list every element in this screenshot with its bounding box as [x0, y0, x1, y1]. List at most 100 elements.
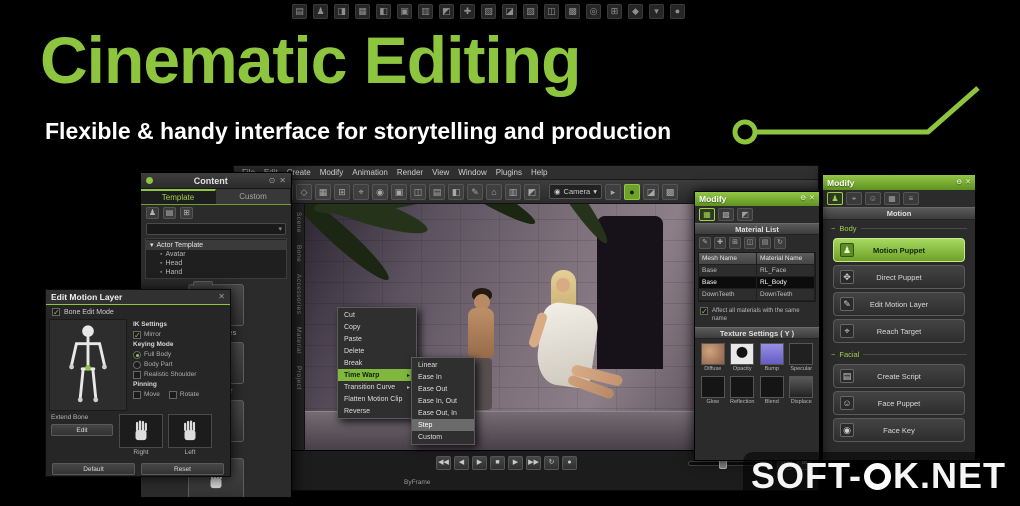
texture-slot-specular[interactable]: Specular — [788, 343, 816, 372]
realistic-shoulder-checkbox[interactable]: Realistic Shoulder — [133, 370, 224, 380]
toolbar-icon[interactable]: ◨ — [334, 4, 349, 19]
toolbar-icon[interactable]: ◧ — [448, 183, 464, 200]
texture-slot-opacity[interactable]: Opacity — [729, 343, 757, 372]
context-menu-item-copy[interactable]: Copy — [338, 321, 416, 333]
toolbar-icon[interactable]: ◆ — [628, 4, 643, 19]
toolbar-icon[interactable]: ▣ — [397, 4, 412, 19]
reset-button[interactable]: Reset — [141, 463, 224, 475]
close-icon[interactable]: ✕ — [809, 195, 815, 203]
toolbar-icon[interactable]: ◩ — [524, 183, 540, 200]
context-menu-item-break[interactable]: Break — [338, 357, 416, 369]
avatar-icon[interactable]: ♟ — [313, 4, 328, 19]
full-body-radio[interactable]: Full Body — [133, 350, 224, 360]
toolbar-icon[interactable]: ◪ — [502, 4, 517, 19]
byframe-label[interactable]: ByFrame — [404, 479, 430, 486]
context-menu-item-time-warp[interactable]: Time Warp ▸ — [338, 369, 416, 381]
render-icon[interactable]: ● — [624, 183, 640, 200]
grid-icon[interactable]: ⊞ — [607, 4, 622, 19]
submenu-item-ease-in-out[interactable]: Ease In, Out — [412, 395, 474, 407]
list-icon[interactable]: ▤ — [759, 237, 771, 249]
right-hand-selector[interactable]: Right — [119, 414, 163, 460]
context-menu-item-paste[interactable]: Paste — [338, 333, 416, 345]
dock-tab-project[interactable]: Project — [295, 366, 302, 390]
prev-frame-button[interactable]: ◀ — [454, 456, 469, 470]
thumbnail-view-icon[interactable]: ⊞ — [180, 207, 193, 219]
tab-template[interactable]: Template — [141, 189, 216, 204]
body-group-label[interactable]: − Body — [823, 220, 975, 235]
texture-slot-displace[interactable]: Displace — [788, 376, 816, 405]
context-menu-item-transition-curve[interactable]: Transition Curve ▸ — [338, 381, 416, 393]
toolbar-icon[interactable]: ◧ — [376, 4, 391, 19]
next-frame-button[interactable]: ▶ — [508, 456, 523, 470]
texture-slot-reflection[interactable]: Reflection — [729, 376, 757, 405]
dock-tab-material[interactable]: Material — [295, 327, 302, 354]
toolbar-icon[interactable]: ▾ — [649, 4, 664, 19]
toolbar-icon[interactable]: ● — [670, 4, 685, 19]
tab-material-icon[interactable]: ▦ — [884, 192, 900, 205]
submenu-item-ease-in[interactable]: Ease In — [412, 371, 474, 383]
reach-target-button[interactable]: ⌖ Reach Target — [833, 319, 965, 343]
menu-item-view[interactable]: View — [432, 168, 449, 177]
tree-node-actor-template[interactable]: ▾ Actor Template — [146, 240, 286, 250]
tab-bone-icon[interactable]: ⌖ — [846, 192, 862, 205]
toolbar-icon[interactable]: ◎ — [586, 4, 601, 19]
body-part-radio[interactable]: Body Part — [133, 360, 224, 370]
face-puppet-button[interactable]: ☺ Face Puppet — [833, 391, 965, 415]
grid-icon[interactable]: ⊞ — [729, 237, 741, 249]
first-frame-button[interactable]: ◀◀ — [436, 456, 451, 470]
menu-item-animation[interactable]: Animation — [352, 168, 388, 177]
stop-button[interactable]: ■ — [490, 456, 505, 470]
toolbar-icon[interactable]: ◫ — [544, 4, 559, 19]
close-icon[interactable]: ✕ — [279, 176, 286, 185]
content-filter-dropdown[interactable]: ▾ — [146, 223, 286, 235]
texture-slot-blend[interactable]: Blend — [758, 376, 786, 405]
scale-tool-icon[interactable]: ◇ — [296, 183, 312, 200]
add-icon[interactable]: ✚ — [460, 4, 475, 19]
left-hand-selector[interactable]: Left — [168, 414, 212, 460]
motion-puppet-button[interactable]: ♟ Motion Puppet — [833, 238, 965, 262]
toolbar-icon[interactable]: ▦ — [315, 183, 331, 200]
toolbar-icon[interactable]: ✎ — [467, 183, 483, 200]
toolbar-icon[interactable]: ▣ — [391, 183, 407, 200]
toolbar-icon[interactable]: ▦ — [355, 4, 370, 19]
play-button[interactable]: ▶ — [472, 456, 487, 470]
toolbar-icon[interactable]: ▩ — [662, 183, 678, 200]
bone-edit-mode-toggle[interactable]: ✓ Bone Edit Mode — [46, 305, 230, 319]
body-bone-selector[interactable] — [49, 319, 127, 411]
minimize-icon[interactable]: ⊖ — [800, 195, 806, 203]
toolbar-icon[interactable]: ▥ — [505, 183, 521, 200]
facial-group-label[interactable]: − Facial — [823, 346, 975, 361]
edit-icon[interactable]: ✎ — [699, 237, 711, 249]
minimize-icon[interactable]: ⊖ — [956, 179, 962, 187]
dock-tab-bone[interactable]: Bone — [295, 245, 302, 262]
submenu-item-ease-out[interactable]: Ease Out — [412, 383, 474, 395]
tab-shader-icon[interactable]: ◩ — [737, 208, 753, 221]
submenu-item-step[interactable]: Step — [412, 419, 474, 431]
create-script-button[interactable]: ▤ Create Script — [833, 364, 965, 388]
close-icon[interactable]: ✕ — [218, 293, 225, 301]
toolbar-icon[interactable]: ◫ — [410, 183, 426, 200]
menu-item-modify[interactable]: Modify — [320, 168, 344, 177]
submenu-item-linear[interactable]: Linear — [412, 359, 474, 371]
texture-slot-glow[interactable]: Glow — [699, 376, 727, 405]
close-icon[interactable]: ✕ — [965, 179, 971, 187]
target-icon[interactable]: ⌖ — [353, 183, 369, 200]
tab-material-icon[interactable]: ▦ — [699, 208, 715, 221]
toolbar-icon[interactable]: ◩ — [439, 4, 454, 19]
list-view-icon[interactable]: ▤ — [163, 207, 176, 219]
checkbox-icon[interactable] — [133, 391, 141, 399]
tab-face-icon[interactable]: ☺ — [865, 192, 881, 205]
submenu-item-ease-out-in[interactable]: Ease Out, In — [412, 407, 474, 419]
edit-motion-layer-button[interactable]: ✎ Edit Motion Layer — [833, 292, 965, 316]
submenu-item-custom[interactable]: Custom — [412, 431, 474, 443]
toolbar-icon[interactable]: ▥ — [418, 4, 433, 19]
checkbox-icon[interactable] — [168, 391, 177, 399]
menu-item-plugins[interactable]: Plugins — [496, 168, 522, 177]
menu-item-help[interactable]: Help — [531, 168, 547, 177]
dock-tab-accessories[interactable]: Accessories — [295, 274, 302, 315]
direct-puppet-button[interactable]: ✥ Direct Puppet — [833, 265, 965, 289]
pin-move-option[interactable]: Move — [144, 390, 160, 400]
menu-item-window[interactable]: Window — [458, 168, 486, 177]
tab-settings-icon[interactable]: ≡ — [903, 192, 919, 205]
avatar-icon[interactable]: ♟ — [146, 207, 159, 219]
